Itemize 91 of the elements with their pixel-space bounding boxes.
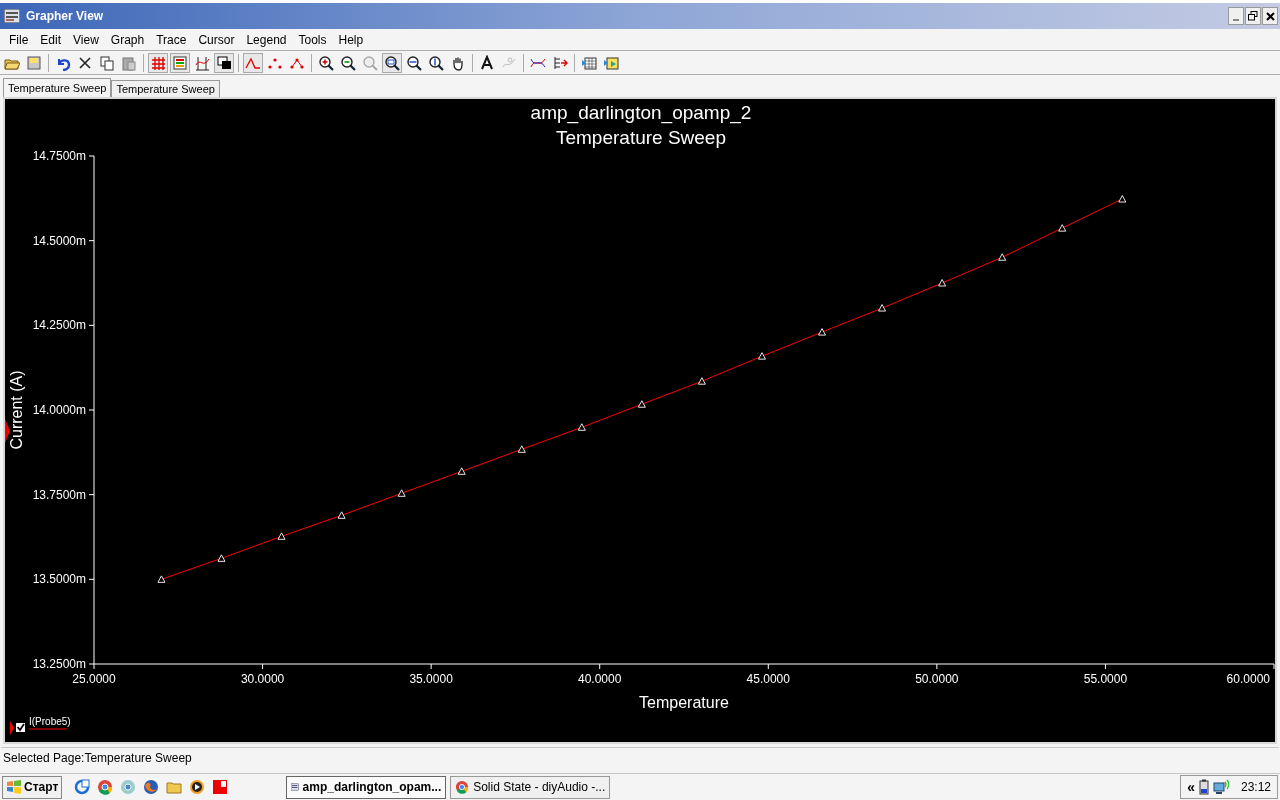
data-point [457, 467, 466, 475]
zoom-out-icon[interactable] [340, 54, 356, 71]
y-tick-label: 14.2500m [32, 318, 86, 333]
taskbar-button[interactable]: Solid State - diyAudio -... [450, 775, 611, 799]
status-text: Selected Page:Temperature Sweep [2, 749, 192, 767]
menu-item[interactable]: Cursor [192, 30, 241, 49]
tray-expand-button[interactable]: « [1187, 776, 1195, 798]
data-point [397, 489, 406, 497]
y-tick-label: 14.5000m [32, 233, 86, 248]
export-icon[interactable] [552, 54, 568, 71]
data-point [517, 445, 526, 453]
x-tick-label: 40.0000 [578, 672, 622, 686]
start-button[interactable]: Старт [2, 775, 63, 799]
chart-title: Temperature Sweep [556, 127, 726, 148]
menu-item[interactable]: Tools [292, 30, 333, 49]
grid-icon[interactable] [150, 54, 166, 71]
zoom-box-icon[interactable] [384, 54, 400, 71]
chrome-icon[interactable] [97, 779, 114, 795]
x-axis-label: Temperature [639, 694, 729, 711]
data-point [217, 554, 226, 562]
restore-button[interactable] [1245, 7, 1261, 25]
data-point [818, 328, 826, 336]
zoom-horizontal-icon[interactable] [406, 54, 422, 71]
x-tick-label: 45.0000 [746, 672, 790, 686]
x-tick-label: 55.0000 [1083, 672, 1128, 686]
delete-icon[interactable] [77, 54, 93, 71]
y-tick-label: 13.5000m [32, 572, 86, 587]
window-title: Grapher View [26, 8, 104, 25]
menu-item[interactable]: File [3, 30, 35, 49]
x-tick-label: 50.0000 [915, 672, 959, 686]
menu-item[interactable]: Edit [34, 30, 68, 49]
app-icon [4, 9, 20, 23]
data-point [577, 423, 586, 431]
paste-icon[interactable] [121, 54, 137, 71]
copy-icon[interactable] [99, 54, 115, 71]
x-tick-label: 30.0000 [240, 672, 285, 686]
browser-icon[interactable] [120, 779, 137, 795]
x-tick-label: 60.0000 [1226, 672, 1270, 686]
data-point [938, 279, 947, 287]
page-tab[interactable]: Temperature Sweep [3, 78, 112, 98]
data-point [1118, 195, 1127, 203]
media-player-icon[interactable] [189, 779, 206, 795]
data-point [697, 377, 706, 385]
menu-item[interactable]: Graph [104, 30, 151, 49]
windows-logo-icon [6, 780, 22, 794]
legend-marker [10, 721, 14, 735]
data-point [998, 253, 1007, 261]
menu-item[interactable]: View [67, 30, 105, 49]
y-axis-label: Current (A) [8, 370, 25, 450]
y-tick-label: 13.7500m [32, 487, 86, 502]
menu-item[interactable]: Trace [150, 30, 193, 49]
minimize-icon [1233, 19, 1239, 21]
close-icon [1265, 11, 1275, 21]
y-tick-label: 13.2500m [32, 657, 86, 671]
page-tab[interactable]: Temperature Sweep [111, 80, 220, 97]
data-point [157, 575, 166, 583]
data-point [1058, 224, 1067, 232]
network-icon[interactable] [1212, 779, 1231, 795]
legend-line [28, 728, 68, 730]
cursor-lines-icon[interactable] [194, 54, 210, 71]
app-icon[interactable] [212, 779, 229, 795]
x-tick-label: 35.0000 [409, 672, 453, 686]
cursor-marker[interactable] [5, 419, 10, 443]
legend-label: I(Probe5) [29, 716, 71, 727]
data-point [637, 400, 646, 408]
restore-icon [1248, 11, 1258, 21]
y-tick-label: 14.7500m [32, 149, 86, 163]
overlay-icon[interactable] [216, 54, 232, 71]
save-icon[interactable] [26, 54, 42, 71]
chart-title: amp_darlington_opamp_2 [530, 102, 752, 123]
clock: 23:12 [1240, 779, 1271, 796]
zoom-in-icon[interactable] [318, 54, 334, 71]
x-tick-label: 25.0000 [72, 672, 116, 686]
legend-checkbox[interactable] [16, 723, 25, 732]
menu-item[interactable]: Help [332, 30, 370, 49]
chrome-icon [455, 779, 470, 795]
data-point [337, 511, 346, 519]
legend-icon[interactable] [172, 54, 188, 71]
data-point [878, 304, 887, 312]
export-chart-icon[interactable] [603, 54, 619, 71]
menu-item[interactable]: Legend [240, 30, 293, 49]
close-button[interactable] [1262, 7, 1278, 25]
zoom-vertical-icon[interactable] [428, 54, 444, 71]
export-data-icon[interactable] [581, 54, 597, 71]
text-icon[interactable] [479, 54, 495, 71]
battery-icon[interactable] [1198, 779, 1209, 795]
data-point [277, 532, 286, 540]
data-point [758, 352, 766, 360]
app-icon [291, 780, 299, 794]
y-tick-label: 14.0000m [32, 403, 86, 417]
taskbar-button[interactable]: amp_darlington_opam... [286, 775, 447, 799]
